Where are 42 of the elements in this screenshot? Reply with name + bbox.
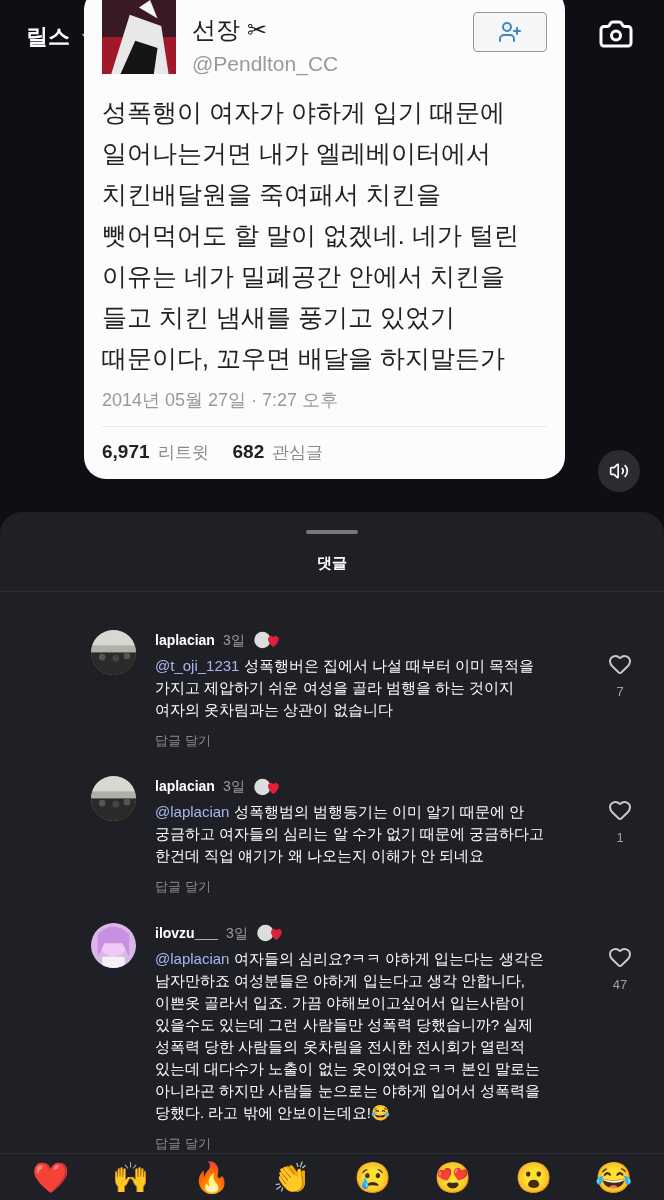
like-count: 7 (616, 682, 624, 701)
comment-text: @t_oji_1231 성폭행버은 집에서 나설 때부터 이미 목적을 가지고 제압하기 쉬운 여성을 골라 범행을 하는 것이지 여자의 옷차림과는 상관이 없습니다 (155, 655, 536, 720)
emoji-reaction[interactable]: 😢 (353, 1158, 391, 1200)
emoji-reaction[interactable]: 😍 (434, 1158, 472, 1200)
stat-count: 682 (232, 439, 265, 464)
comment-username[interactable]: ilovzu___ (155, 922, 219, 944)
reply-link[interactable]: 답글 달기 (155, 1133, 606, 1153)
tweet-text: 성폭행이 여자가 야하게 입기 때문에 일어나는거면 내가 엘레베이터에서 치킨배달원을 죽여패서 치킨을 뺏어먹어도 할 말이 없겠네. 네가 털린 이유는 네가 밀폐공간 안에서 치킨을 들고 치킨 냄새를 풍기고 있었기 때문이다, 꼬우면 배달을 하지말든가 (102, 96, 520, 374)
comment-time: 3일 (222, 630, 245, 650)
emoji-reaction[interactable]: 👏 (273, 1158, 311, 1200)
comment-text: @laplacian 성폭행범의 범행동기는 이미 알기 때문에 안 궁금하고 여자들의 심리는 알 수가 없기 때문에 궁금하다고 한건데 직업 얘기가 왜 나오는지 이해가 안 되네요 (155, 802, 546, 866)
sheet-title: 댓글 (317, 553, 347, 573)
liked-by-author-icon (252, 630, 281, 650)
emoji-reaction[interactable]: 😮 (514, 1158, 552, 1200)
stat-count: 6,971 (102, 439, 150, 464)
heart-icon[interactable] (608, 798, 632, 822)
add-user-icon (498, 20, 522, 44)
reply-link[interactable]: 답글 달기 (155, 877, 606, 897)
liked-by-author-icon (255, 923, 284, 943)
like-count: 47 (612, 975, 628, 994)
speaker-icon (609, 461, 629, 481)
reply-link[interactable]: 답글 달기 (155, 730, 606, 750)
comment-time: 3일 (226, 923, 248, 943)
stat-label: 관심글 (272, 441, 324, 464)
tweet-date: 2014년 05월 27일 · 7:27 오후 (102, 388, 340, 412)
follow-button[interactable] (473, 12, 547, 52)
tweet-handle: @Pendlton_CC (192, 51, 340, 78)
comment-username[interactable]: laplacian (155, 776, 215, 797)
page-title: 릴스 (26, 23, 70, 51)
sound-button[interactable] (598, 450, 640, 492)
emoji-reaction[interactable]: 🙌 (112, 1158, 150, 1200)
drag-handle[interactable] (306, 530, 358, 534)
liked-by-author-icon (252, 776, 281, 797)
like-count: 1 (616, 829, 624, 847)
emoji-reaction[interactable]: 😂 (595, 1158, 633, 1200)
emoji-reaction[interactable]: 🔥 (192, 1158, 230, 1200)
comment-username[interactable]: laplacian (155, 629, 215, 651)
tweet-author: 선장 ✂ (192, 15, 268, 45)
stat-label: 리트윗 (157, 441, 209, 464)
emoji-reaction[interactable]: ❤ (31, 1158, 69, 1200)
comment-time: 3일 (222, 777, 245, 796)
comment-text: @laplacian 여자들의 심리요?ㅋㅋ 야하게 입는다는 생각은 남자만하죠 여성분들은 야하게 입는다고 생각 안합니다, 이쁜옷 골라서 입죠. 가끔 야해보이고싶어서 입는사람이 있을수도 있는데 그런 사람들만 성폭력 당했습니까? 실제 성폭력 당한 사람들의 옷차림을 전시한 전시회가 열린적 있는데 대다수가 노출이 없는 옷이였어요ㅋㅋ 본인 말로는 아니라곤 하지만 사람들 눈으로는 야하게 입어서 성폭력을 당했다. 라고 밖에 안보이는데요!😂 (155, 948, 545, 1123)
